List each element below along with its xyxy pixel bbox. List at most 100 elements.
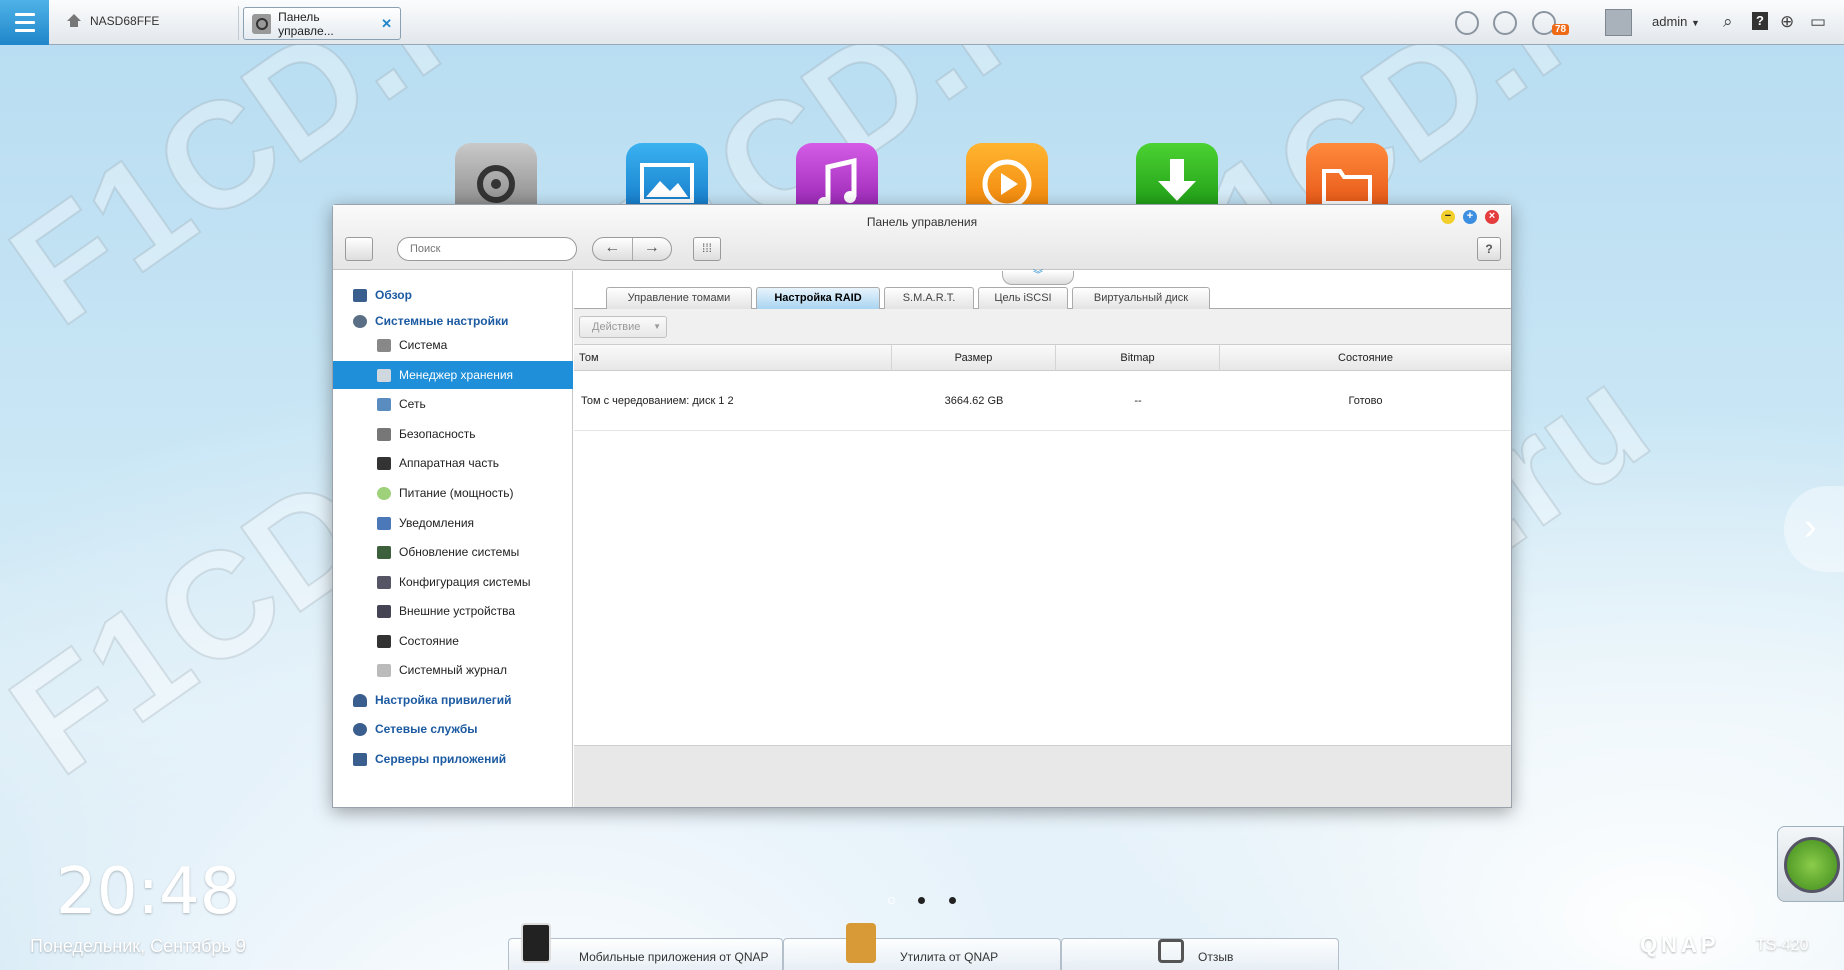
cell-bitmap: --: [1134, 395, 1142, 407]
action-bar: Действие ▼: [574, 309, 1511, 345]
user-icon: [353, 693, 367, 707]
sidebar-item-privilege-settings[interactable]: Настройка привилегий: [333, 686, 573, 714]
sidebar-item-app-servers[interactable]: Серверы приложений: [333, 745, 573, 773]
tab-virtual-disk[interactable]: Виртуальный диск: [1072, 287, 1210, 309]
tab-raid-settings[interactable]: Настройка RAID: [756, 287, 880, 309]
content-footer: [574, 745, 1511, 807]
sidebar: Обзор Системные настройки Система Менедж…: [333, 271, 573, 807]
chevron-down-icon: ▼: [653, 322, 661, 331]
sidebar-item-system[interactable]: Система: [333, 331, 573, 359]
sidebar-item-hardware[interactable]: Аппаратная часть: [333, 449, 573, 477]
storage-icon: [377, 368, 391, 382]
sidebar-item-power[interactable]: Питание (мощность): [333, 479, 573, 507]
network-icon: [377, 397, 391, 411]
forward-button[interactable]: →: [633, 238, 672, 260]
search-icon[interactable]: ⌕: [1723, 12, 1733, 32]
close-button[interactable]: ×: [1485, 210, 1499, 224]
tab-bar: ︾ Управление томами Настройка RAID S.M.A…: [574, 271, 1511, 309]
sidebar-item-system-logs[interactable]: Системный журнал: [333, 656, 573, 684]
page-indicator[interactable]: [888, 897, 895, 904]
grid-view-button[interactable]: ⁞⁞⁞: [693, 237, 721, 261]
column-header-size[interactable]: Размер: [892, 345, 1056, 371]
overview-icon: [353, 288, 367, 302]
sidebar-item-external-devices[interactable]: Внешние устройства: [333, 597, 573, 625]
sidebar-item-firmware-update[interactable]: Обновление системы: [333, 538, 573, 566]
cell-size: 3664.62 GB: [944, 395, 1004, 407]
lightbulb-icon: [377, 486, 391, 500]
dock-feedback[interactable]: Отзыв: [1061, 938, 1339, 970]
status-icon: [377, 634, 391, 648]
collapse-handle[interactable]: ︾: [1002, 271, 1074, 285]
next-page-arrow[interactable]: ›: [1784, 486, 1844, 572]
home-icon: [67, 14, 81, 27]
column-header-status[interactable]: Состояние: [1220, 345, 1511, 371]
model-name: TS-420: [1756, 937, 1809, 954]
task-tab-label: Панель управле...: [278, 9, 334, 38]
log-icon: [377, 663, 391, 677]
sync-icon[interactable]: [1493, 11, 1517, 35]
search-input[interactable]: [397, 237, 577, 261]
navigation-buttons: ← →: [592, 237, 672, 261]
gear-icon: [353, 314, 367, 328]
help-button[interactable]: ?: [1477, 237, 1501, 261]
sidebar-toggle-button[interactable]: [345, 237, 373, 261]
sidebar-item-overview[interactable]: Обзор: [333, 281, 573, 309]
control-panel-window: Панель управления − + × ← → ⁞⁞⁞ ? Обзор …: [332, 204, 1512, 808]
chevron-down-icon: ▼: [1691, 18, 1700, 28]
cell-volume: Том с чередованием: диск 1 2: [581, 395, 734, 407]
table-row[interactable]: Том с чередованием: диск 1 2 3664.62 GB …: [574, 371, 1511, 431]
desktop-clock: 20:48: [56, 855, 241, 929]
system-icon: [377, 338, 391, 352]
host-name: NASD68FFE: [90, 13, 160, 28]
globe-icon: [353, 722, 367, 736]
window-title: Панель управления: [866, 215, 978, 229]
sidebar-item-network-services[interactable]: Сетевые службы: [333, 715, 573, 743]
gear-icon: [252, 13, 272, 34]
main-menu-button[interactable]: [0, 0, 49, 45]
main-content: ︾ Управление томами Настройка RAID S.M.A…: [574, 271, 1511, 807]
monitor-icon[interactable]: ▭: [1810, 12, 1826, 32]
config-icon: [377, 575, 391, 589]
column-header-volume[interactable]: Том: [574, 345, 892, 371]
divider: [238, 6, 239, 40]
back-button[interactable]: ←: [593, 238, 633, 260]
sidebar-item-backup-restore[interactable]: Конфигурация системы: [333, 568, 573, 596]
table-header: Том Размер Bitmap Состояние: [574, 345, 1511, 371]
lock-icon: [377, 427, 391, 441]
sidebar-item-network[interactable]: Сеть: [333, 390, 573, 418]
sidebar-item-notifications[interactable]: Уведомления: [333, 509, 573, 537]
dock-qnap-utility[interactable]: Утилита от QNAP: [783, 923, 1061, 970]
help-icon[interactable]: ?: [1752, 12, 1768, 30]
update-icon: [377, 545, 391, 559]
clock-icon[interactable]: [1455, 11, 1479, 35]
home-button[interactable]: NASD68FFE: [66, 13, 159, 28]
dock-mobile-apps[interactable]: Мобильные приложения от QNAP: [508, 923, 783, 970]
qnap-logo: QNAP: [1640, 932, 1720, 957]
maximize-button[interactable]: +: [1463, 210, 1477, 224]
close-icon[interactable]: ✕: [381, 16, 392, 32]
external-device-icon: [377, 604, 391, 618]
minimize-button[interactable]: −: [1441, 210, 1455, 224]
column-header-bitmap[interactable]: Bitmap: [1056, 345, 1220, 371]
mobile-phone-icon: [521, 923, 551, 963]
user-menu[interactable]: admin ▼: [1652, 14, 1700, 29]
server-icon: [353, 752, 367, 766]
action-dropdown[interactable]: Действие ▼: [579, 316, 667, 338]
sidebar-item-storage-manager[interactable]: Менеджер хранения: [333, 361, 573, 389]
pencil-icon: [1158, 939, 1184, 963]
desktop-date: Понедельник, Сентябрь 9: [30, 936, 246, 956]
page-indicator[interactable]: [918, 897, 925, 904]
sidebar-item-status[interactable]: Состояние: [333, 627, 573, 655]
gauge-icon: [1784, 837, 1840, 893]
tab-smart[interactable]: S.M.A.R.T.: [884, 287, 974, 309]
resource-monitor-widget[interactable]: [1777, 826, 1844, 902]
globe-icon[interactable]: ⊕: [1780, 12, 1794, 32]
page-indicator[interactable]: [949, 897, 956, 904]
tab-iscsi-target[interactable]: Цель iSCSI: [978, 287, 1068, 309]
sidebar-item-security[interactable]: Безопасность: [333, 420, 573, 448]
top-bar: NASD68FFE Панель управле... ✕ 78 admin ▼…: [0, 0, 1844, 45]
tab-volume-management[interactable]: Управление томами: [606, 287, 752, 309]
notification-icon: [377, 516, 391, 530]
avatar[interactable]: [1605, 9, 1632, 36]
task-tab-control-panel[interactable]: Панель управле... ✕: [243, 7, 401, 40]
